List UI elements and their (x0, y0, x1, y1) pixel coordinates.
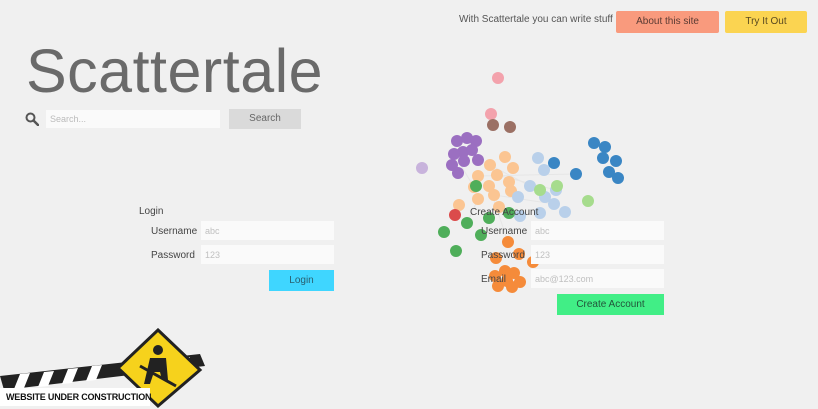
graph-node[interactable] (504, 121, 516, 133)
graph-node[interactable] (449, 209, 461, 221)
try-it-out-button[interactable]: Try It Out (725, 11, 807, 33)
graph-node[interactable] (450, 245, 462, 257)
graph-node[interactable] (548, 198, 560, 210)
graph-node[interactable] (507, 162, 519, 174)
graph-node[interactable] (438, 226, 450, 238)
login-username-field[interactable] (201, 221, 334, 240)
create-email-label: Email (481, 274, 507, 285)
graph-node[interactable] (485, 108, 497, 120)
graph-node[interactable] (499, 151, 511, 163)
graph-node[interactable] (538, 164, 550, 176)
login-password-field[interactable] (201, 245, 334, 264)
create-email-field[interactable] (531, 269, 664, 288)
graph-node[interactable] (582, 195, 594, 207)
graph-node[interactable] (502, 236, 514, 248)
graph-node[interactable] (610, 155, 622, 167)
graph-node[interactable] (458, 155, 470, 167)
graph-node[interactable] (612, 172, 624, 184)
graph-node[interactable] (514, 276, 526, 288)
graph-node[interactable] (551, 180, 563, 192)
graph-node[interactable] (599, 141, 611, 153)
graph-node[interactable] (559, 206, 571, 218)
create-password-label: Password (481, 250, 525, 261)
login-password-label: Password (151, 250, 195, 261)
graph-node[interactable] (597, 152, 609, 164)
graph-node[interactable] (532, 152, 544, 164)
create-password-field[interactable] (531, 245, 664, 264)
graph-node[interactable] (472, 154, 484, 166)
graph-node[interactable] (491, 169, 503, 181)
graph-node[interactable] (534, 184, 546, 196)
graph-node[interactable] (470, 180, 482, 192)
graph-node[interactable] (484, 159, 496, 171)
search-icon (25, 112, 39, 126)
graph-node[interactable] (492, 72, 504, 84)
graph-node[interactable] (452, 167, 464, 179)
graph-node[interactable] (448, 148, 460, 160)
login-heading: Login (139, 206, 164, 217)
graph-node[interactable] (487, 119, 499, 131)
under-construction-label: WEBSITE UNDER CONSTRUCTION (6, 392, 152, 402)
create-account-button[interactable]: Create Account (557, 294, 664, 315)
graph-node[interactable] (416, 162, 428, 174)
search-input[interactable] (46, 110, 220, 128)
create-username-label: Username (481, 226, 528, 237)
graph-node[interactable] (466, 144, 478, 156)
graph-node[interactable] (588, 137, 600, 149)
create-username-field[interactable] (531, 221, 664, 240)
graph-node[interactable] (472, 193, 484, 205)
login-username-label: Username (151, 226, 198, 237)
login-button[interactable]: Login (269, 270, 334, 291)
search-button[interactable]: Search (229, 109, 301, 129)
graph-node[interactable] (472, 170, 484, 182)
site-title: Scattertale (26, 37, 324, 105)
graph-node[interactable] (548, 157, 560, 169)
about-button[interactable]: About this site (616, 11, 719, 33)
graph-node[interactable] (488, 189, 500, 201)
graph-node[interactable] (461, 217, 473, 229)
create-account-heading: Create Account (470, 207, 539, 218)
graph-node[interactable] (512, 191, 524, 203)
story-network-graph (416, 72, 624, 293)
graph-node[interactable] (570, 168, 582, 180)
tagline: With Scattertale you can write stuff (459, 14, 613, 25)
